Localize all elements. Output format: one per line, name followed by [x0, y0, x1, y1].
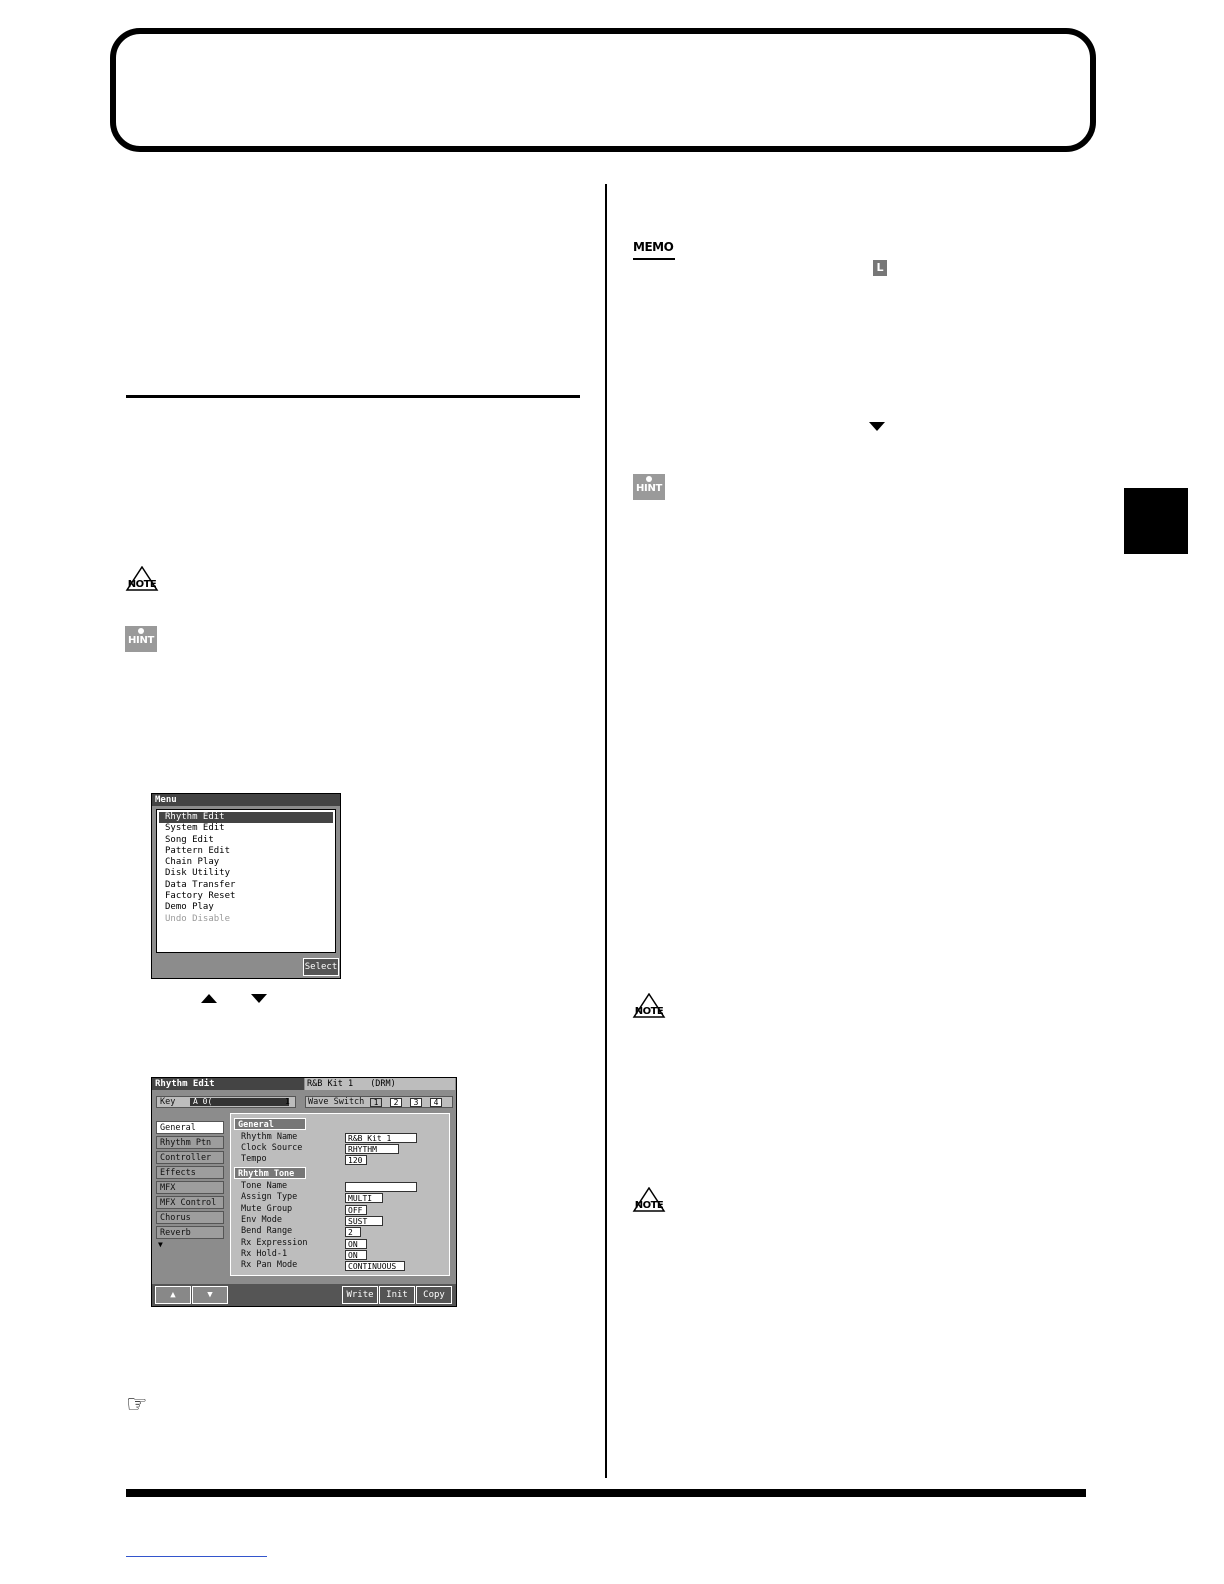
param-value[interactable]: RHYTHM	[345, 1144, 399, 1154]
param-value[interactable]: ON	[345, 1238, 367, 1249]
param-label: Rx Hold-1	[241, 1248, 288, 1259]
tab-chorus[interactable]: Chorus	[156, 1211, 224, 1224]
tabs-scroll-down-icon[interactable]: ▼	[158, 1240, 163, 1249]
param-value[interactable]	[345, 1182, 417, 1192]
chapter-title-frame	[110, 28, 1096, 152]
tab-general[interactable]: General	[156, 1121, 224, 1134]
column-divider	[605, 184, 607, 1478]
tab-rhythm-ptn[interactable]: Rhythm Ptn	[156, 1136, 224, 1149]
rhythm-edit-screen: Rhythm Edit R&B Kit 1 (DRM) Key A 0( 1 W…	[151, 1077, 457, 1307]
up-arrow-icon	[201, 994, 217, 1003]
footer-link[interactable]	[126, 1556, 267, 1557]
init-button[interactable]: Init	[379, 1286, 415, 1304]
param-label: Env Mode	[241, 1214, 282, 1225]
wave-switch-1[interactable]: 1	[370, 1098, 382, 1107]
menu-item[interactable]: Chain Play	[157, 857, 335, 868]
copy-button[interactable]: Copy	[416, 1286, 452, 1304]
param-value[interactable]: ON	[345, 1249, 367, 1260]
write-button[interactable]: Write	[342, 1286, 378, 1304]
param-label: Mute Group	[241, 1203, 293, 1214]
param-value[interactable]: CONTINUOUS	[345, 1261, 405, 1272]
tab-effects[interactable]: Effects	[156, 1166, 224, 1179]
memo-icon: MEMO	[633, 238, 675, 260]
param-value[interactable]: 2	[345, 1227, 361, 1238]
param-label: Rhythm Name	[241, 1132, 298, 1142]
menu-list: Rhythm Edit System Edit Song Edit Pattern E…	[156, 809, 336, 953]
key-label: Key	[160, 1097, 176, 1107]
wave-switch-3[interactable]: 3	[410, 1098, 422, 1107]
menu-item[interactable]: Data Transfer	[157, 880, 335, 891]
param-value[interactable]: SUST	[345, 1215, 383, 1226]
menu-item[interactable]: Song Edit	[157, 835, 335, 846]
kit-header: R&B Kit 1 (DRM)	[305, 1078, 455, 1090]
select-button[interactable]: Select	[303, 958, 339, 976]
menu-item[interactable]: Pattern Edit	[157, 846, 335, 857]
down-arrow-icon	[251, 994, 267, 1003]
tab-controller[interactable]: Controller	[156, 1151, 224, 1164]
menu-screen: Menu Rhythm Edit System Edit Song Edit Patt…	[151, 793, 341, 979]
param-label: Bend Range	[241, 1226, 293, 1237]
menu-item[interactable]: System Edit	[157, 823, 335, 834]
general-heading: General	[234, 1118, 306, 1130]
page-up-button[interactable]: ▲	[155, 1286, 191, 1304]
section-rule	[126, 395, 580, 398]
footer-rule	[126, 1489, 1086, 1497]
key-value[interactable]: A 0(	[190, 1098, 289, 1106]
param-value[interactable]: 120	[345, 1155, 367, 1165]
key-row: Key A 0( 1	[156, 1096, 296, 1108]
l-marker-icon: L	[873, 260, 887, 276]
menu-item[interactable]: Demo Play	[157, 902, 335, 913]
reference-icon: ☞	[126, 1390, 148, 1418]
menu-item[interactable]: Undo Disable	[157, 914, 335, 925]
hint-icon: HINT	[633, 474, 665, 500]
rhythm-tone-heading: Rhythm Tone	[234, 1167, 306, 1179]
page-down-button[interactable]: ▼	[192, 1286, 228, 1304]
wave-switch-row: Wave Switch 1234	[305, 1096, 453, 1108]
param-label: Rx Expression	[241, 1237, 308, 1248]
tab-mfx[interactable]: MFX	[156, 1181, 224, 1194]
hint-icon: HINT	[125, 626, 157, 652]
param-label: Rx Pan Mode	[241, 1260, 298, 1271]
parameter-panel: General Rhythm Tone Rhythm Name R&B Kit 1…	[230, 1113, 450, 1276]
param-value[interactable]: OFF	[345, 1204, 367, 1215]
menu-item[interactable]: Rhythm Edit	[159, 812, 333, 824]
param-label: Clock Source	[241, 1143, 303, 1153]
down-arrow-icon	[869, 422, 885, 431]
rhythm-edit-title: Rhythm Edit	[152, 1078, 304, 1090]
tab-reverb[interactable]: Reverb	[156, 1226, 224, 1239]
key-num: 1	[285, 1097, 290, 1106]
param-label: Tone Name	[241, 1181, 288, 1191]
note-icon: NOTE	[632, 993, 666, 1019]
kit-group: (DRM)	[370, 1079, 396, 1089]
param-value[interactable]: R&B Kit 1	[345, 1133, 417, 1143]
kit-name: R&B Kit 1	[307, 1079, 354, 1089]
tab-mfx-control[interactable]: MFX Control	[156, 1196, 224, 1209]
param-value[interactable]: MULTI	[345, 1193, 383, 1204]
note-icon: NOTE	[632, 1187, 666, 1213]
menu-item[interactable]: Factory Reset	[157, 891, 335, 902]
menu-title: Menu	[152, 794, 340, 806]
wave-switch-label: Wave Switch	[308, 1097, 365, 1107]
chapter-tab	[1124, 488, 1188, 554]
menu-item[interactable]: Disk Utility	[157, 868, 335, 879]
wave-switch-4[interactable]: 4	[430, 1098, 442, 1107]
param-label: Assign Type	[241, 1192, 298, 1203]
wave-switch-2[interactable]: 2	[390, 1098, 402, 1107]
param-label: Tempo	[241, 1154, 267, 1164]
note-icon: NOTE	[125, 566, 159, 592]
